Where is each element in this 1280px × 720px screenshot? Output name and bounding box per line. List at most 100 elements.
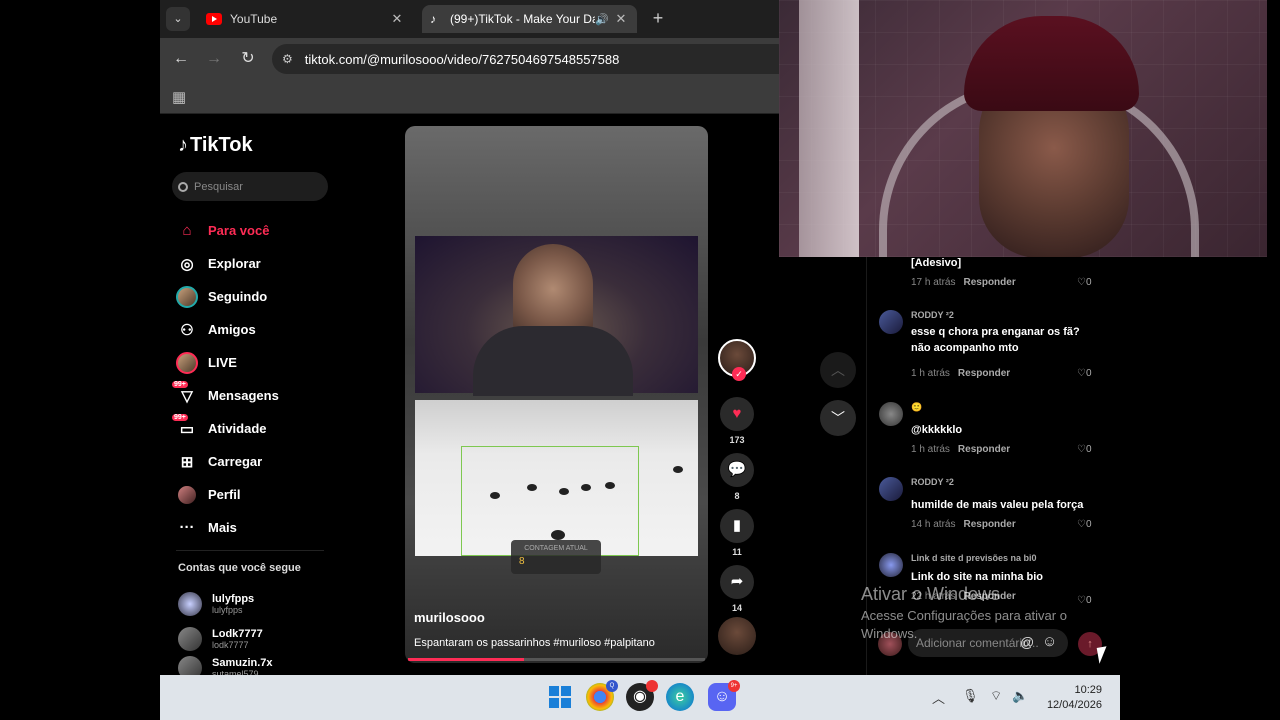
tiktok-logo[interactable]: ♪ TikTok xyxy=(178,134,253,157)
forward-arrow-icon[interactable]: → xyxy=(203,48,225,70)
windows-start-icon[interactable] xyxy=(546,683,574,711)
bird-counter: CONTAGEM ATUAL 8 xyxy=(511,540,601,574)
comment-like[interactable]: ♡0 xyxy=(1077,277,1092,288)
comment-like[interactable]: ♡0 xyxy=(1077,368,1092,379)
following-item[interactable]: Samuzin.7x sutamel579 xyxy=(178,656,273,675)
comment-time: 14 h atrás xyxy=(911,519,956,530)
notification-badge: 99+ xyxy=(172,380,188,388)
reply-link[interactable]: Responder xyxy=(958,368,1010,379)
sidebar-item-perfil[interactable]: Perfil xyxy=(176,478,336,511)
comment-text: humilde de mais valeu pela força xyxy=(911,499,1084,511)
windows-activation-watermark: Ativar o Windows Acesse Configurações pa… xyxy=(861,584,1091,643)
volume-icon[interactable]: 🔈 xyxy=(1012,688,1028,704)
sidebar-item-explorar[interactable]: ◎ Explorar xyxy=(176,247,336,280)
comment-username[interactable]: Link d site d previsões na bi0 xyxy=(911,553,1037,563)
obs-icon[interactable]: ◉ xyxy=(626,680,658,711)
sidebar-item-label: Mais xyxy=(208,520,237,535)
browser-toolbar: ← → ↻ ⚙ tiktok.com/@murilosooo/video/762… xyxy=(160,38,780,80)
sidebar-item-seguindo[interactable]: Seguindo xyxy=(176,280,336,313)
action-rail: ✓ ♥ 173 💬 8 ▮ 11 ➦ 14 xyxy=(718,339,756,655)
video-author[interactable]: murilosooo xyxy=(414,610,485,625)
comment-text: esse q chora pra enganar os fã? não acom… xyxy=(911,326,1080,354)
sidebar-item-carregar[interactable]: ⊞ Carregar xyxy=(176,445,336,478)
comment-username[interactable]: RODDY ²2 xyxy=(911,310,954,320)
sidebar-item-mensagens[interactable]: ▽ 99+ Mensagens xyxy=(172,379,336,412)
activity-icon: ▭ 99+ xyxy=(172,413,195,438)
chevron-down-icon: ﹀ xyxy=(831,410,845,426)
avatar[interactable] xyxy=(879,477,903,501)
avatar[interactable] xyxy=(879,553,903,577)
tab-search-chevron-icon[interactable]: ⌄ xyxy=(166,7,190,31)
profile-icon xyxy=(176,483,198,506)
following-item[interactable]: Lodk7777 lodk7777 xyxy=(178,621,273,656)
creator-avatar[interactable]: ✓ xyxy=(718,339,756,381)
tiktok-icon: ♪ xyxy=(430,12,436,26)
sidebar-item-mais[interactable]: ··· Mais xyxy=(176,511,336,544)
previous-video-button[interactable]: ︿ xyxy=(820,352,856,388)
search-input[interactable]: Pesquisar xyxy=(172,172,328,201)
bird xyxy=(527,484,537,491)
sidebar-item-label: Perfil xyxy=(208,487,241,502)
speaker-icon[interactable]: 🔊 xyxy=(595,13,613,26)
comment-username[interactable]: 🙂 xyxy=(911,402,922,413)
avatar[interactable] xyxy=(879,402,903,426)
share-button[interactable]: ➦ 14 xyxy=(718,565,756,613)
tab-title: (99+)TikTok - Make Your Da xyxy=(450,12,595,26)
tab-bar: ⌄ YouTube ✕ ♪ (99+)TikTok - Make Your Da… xyxy=(160,0,780,38)
webcam-overlay xyxy=(779,0,1267,257)
like-button[interactable]: ♥ 173 xyxy=(718,397,756,445)
site-info-icon[interactable]: ⚙ xyxy=(282,52,293,66)
comment-like[interactable]: ♡0 xyxy=(1077,444,1092,455)
browser-window: ⌄ YouTube ✕ ♪ (99+)TikTok - Make Your Da… xyxy=(160,0,780,675)
reply-link[interactable]: Responder xyxy=(958,444,1010,455)
divider xyxy=(176,550,324,551)
sidebar-item-para-voce[interactable]: ⌂ Para você xyxy=(176,214,336,247)
search-placeholder: Pesquisar xyxy=(194,180,243,193)
comment-button[interactable]: 💬 8 xyxy=(718,453,756,501)
avatar xyxy=(178,626,202,651)
next-video-button[interactable]: ﹀ xyxy=(820,400,856,436)
tiktok-note-icon: ♪ xyxy=(178,134,188,156)
close-tab-icon[interactable]: ✕ xyxy=(613,11,629,27)
music-disc-avatar[interactable] xyxy=(718,617,756,655)
discord-icon[interactable]: ☺ 9+ xyxy=(708,680,740,711)
comment-username[interactable]: RODDY ²2 xyxy=(911,477,954,487)
sidebar-item-live[interactable]: LIVE xyxy=(176,346,336,379)
chrome-icon[interactable]: Q xyxy=(586,680,618,711)
follow-check-icon[interactable]: ✓ xyxy=(732,367,746,381)
video-progress-bar[interactable] xyxy=(408,658,705,661)
sidebar-item-atividade[interactable]: ▭ 99+ Atividade xyxy=(172,412,336,445)
following-item[interactable]: lulyfpps lulyfpps xyxy=(178,586,273,621)
clock[interactable]: 10:29 12/04/2026 xyxy=(1040,683,1102,713)
video-player[interactable]: CONTAGEM ATUAL 8 murilosooo Espantaram o… xyxy=(405,126,708,663)
apps-grid-icon[interactable]: ▦ xyxy=(172,88,186,106)
chevron-up-icon[interactable]: ︿ xyxy=(932,688,945,707)
following-name: lulyfpps xyxy=(212,592,255,605)
reply-link[interactable]: Responder xyxy=(963,519,1015,530)
comment-like-count: 0 xyxy=(1085,444,1092,455)
notification-badge: 99+ xyxy=(172,413,188,421)
new-tab-button[interactable]: + xyxy=(648,8,668,29)
windows-taskbar: Q ◉ e ☺ 9+ ︿ 🎙 ⌔ 🔈 10:29 12/04/2026 xyxy=(160,675,1120,720)
address-bar[interactable]: ⚙ tiktok.com/@murilosooo/video/762750469… xyxy=(272,44,780,74)
youtube-icon xyxy=(206,13,222,25)
microphone-icon[interactable]: 🎙 xyxy=(962,688,979,704)
back-arrow-icon[interactable]: ← xyxy=(170,48,192,70)
live-icon xyxy=(176,351,198,374)
heart-outline-icon: ♡ xyxy=(1077,444,1086,455)
save-button[interactable]: ▮ 11 xyxy=(718,509,756,557)
following-list: lulyfpps lulyfpps Lodk7777 lodk7777 Samu… xyxy=(178,586,273,675)
edge-icon[interactable]: e xyxy=(666,683,694,711)
background-door xyxy=(799,0,859,257)
close-tab-icon[interactable]: ✕ xyxy=(389,11,405,27)
notification-dot xyxy=(646,680,658,692)
avatar[interactable] xyxy=(879,310,903,334)
sidebar-item-amigos[interactable]: ⚇ Amigos xyxy=(176,313,336,346)
reload-icon[interactable]: ↻ xyxy=(237,48,259,70)
reply-link[interactable]: Responder xyxy=(963,277,1015,288)
tab-youtube[interactable]: YouTube ✕ xyxy=(198,5,413,33)
comment-like[interactable]: ♡0 xyxy=(1077,519,1092,530)
tab-tiktok[interactable]: ♪ (99+)TikTok - Make Your Da 🔊 ✕ xyxy=(422,5,637,33)
wifi-icon[interactable]: ⌔ xyxy=(990,688,1002,704)
bird xyxy=(605,482,615,489)
